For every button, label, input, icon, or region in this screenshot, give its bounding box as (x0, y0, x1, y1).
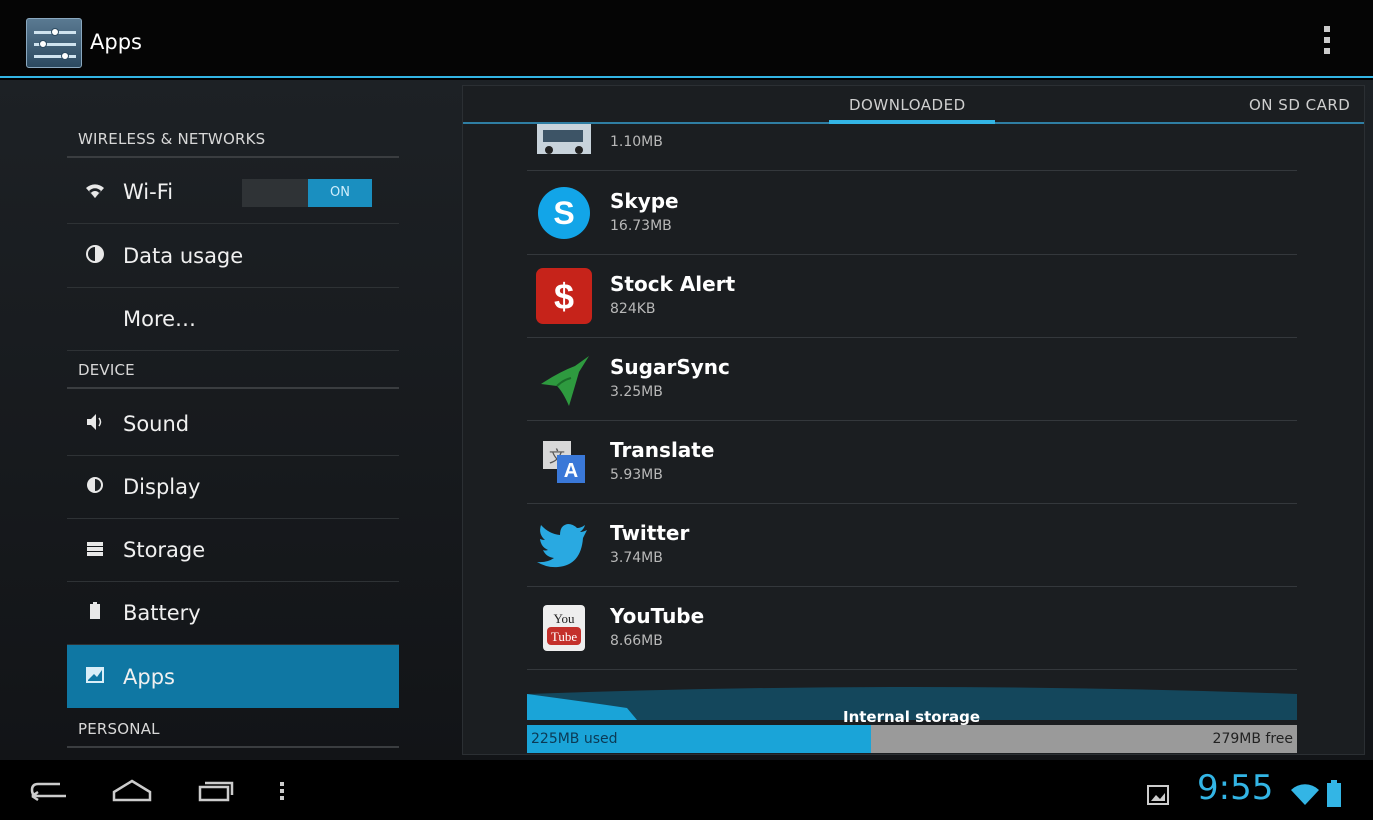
sidebar-item-label: Display (123, 475, 201, 499)
wifi-toggle[interactable]: ON (242, 179, 372, 207)
sidebar-item-wifi[interactable]: Wi-Fi ON (67, 161, 399, 224)
home-icon[interactable] (110, 778, 154, 806)
storage-used-text: 225MB used (531, 731, 618, 747)
speaker-icon (67, 412, 123, 436)
app-size: 3.74MB (610, 550, 663, 566)
action-bar: Apps (0, 0, 1373, 78)
svg-text:S: S (553, 195, 574, 231)
wifi-signal-icon (1290, 784, 1320, 810)
app-name: Skype (610, 189, 679, 213)
toggle-on-label: ON (308, 179, 372, 207)
sidebar-item-data-usage[interactable]: Data usage (67, 225, 399, 288)
app-name: Stock Alert (610, 272, 736, 296)
overflow-menu-icon[interactable] (1320, 26, 1334, 60)
settings-sliders-icon[interactable] (26, 18, 82, 68)
display-icon (67, 475, 123, 499)
list-item[interactable]: You Tube YouTube 8.66MB (527, 587, 1297, 670)
car-app-icon (535, 124, 593, 158)
storage-icon (67, 538, 123, 562)
sidebar-item-label: Data usage (123, 244, 244, 268)
sidebar-item-label: Battery (123, 601, 201, 625)
sidebar-item-more[interactable]: More… (67, 288, 399, 351)
sidebar-item-display[interactable]: Display (67, 456, 399, 519)
twitter-icon (535, 516, 593, 574)
sidebar-item-storage[interactable]: Storage (67, 519, 399, 582)
data-usage-icon (67, 244, 123, 268)
list-item[interactable]: 文A Translate 5.93MB (527, 421, 1297, 504)
sidebar-item-label: Storage (123, 538, 206, 562)
section-header-device: DEVICE (67, 361, 399, 389)
sidebar-item-label: Sound (123, 412, 190, 436)
storage-label: Internal storage (843, 708, 980, 726)
wifi-icon (67, 180, 123, 204)
system-nav-bar: 9:55 (0, 760, 1373, 820)
apps-panel: DOWNLOADED ON SD CARD 1.10MB S Skype 16.… (462, 85, 1365, 755)
app-size: 3.25MB (610, 384, 663, 400)
app-size: 8.66MB (610, 633, 663, 649)
svg-text:A: A (564, 460, 578, 482)
sidebar-item-battery[interactable]: Battery (67, 582, 399, 645)
page-title: Apps (90, 30, 142, 54)
tab-downloaded[interactable]: DOWNLOADED (849, 96, 966, 114)
app-size: 1.10MB (610, 134, 663, 150)
app-name: YouTube (610, 604, 705, 628)
app-list[interactable]: 1.10MB S Skype 16.73MB $ Stock Alert 824… (527, 124, 1297, 694)
app-name: Twitter (610, 521, 690, 545)
settings-sidebar: WIRELESS & NETWORKS Wi-Fi ON Data usage … (67, 80, 399, 760)
sidebar-item-apps[interactable]: Apps (67, 645, 399, 708)
sidebar-item-label: More… (123, 307, 197, 331)
app-size: 824KB (610, 301, 656, 317)
list-item[interactable]: 1.10MB (527, 124, 1297, 171)
back-icon[interactable] (30, 778, 70, 806)
sidebar-item-label: Wi-Fi (123, 180, 174, 204)
app-name: SugarSync (610, 355, 730, 379)
recent-apps-icon[interactable] (196, 778, 236, 806)
battery-status-icon (1326, 780, 1342, 812)
menu-dots-icon[interactable] (278, 778, 286, 806)
sidebar-item-label: Apps (123, 664, 175, 689)
battery-icon (67, 601, 123, 625)
storage-usage-bar: 225MB used 279MB free (527, 725, 1297, 753)
list-item[interactable]: S Skype 16.73MB (527, 172, 1297, 255)
translate-icon: 文A (535, 433, 593, 491)
app-size: 16.73MB (610, 218, 672, 234)
content-area: WIRELESS & NETWORKS Wi-Fi ON Data usage … (0, 80, 1373, 760)
storage-free-text: 279MB free (1212, 731, 1293, 747)
skype-icon: S (535, 184, 593, 242)
youtube-icon: You Tube (535, 599, 593, 657)
tab-bar: DOWNLOADED ON SD CARD (463, 86, 1364, 124)
svg-text:$: $ (554, 276, 574, 317)
screenshot-notification-icon[interactable] (1146, 784, 1170, 810)
section-header-wireless: WIRELESS & NETWORKS (67, 130, 399, 158)
section-header-personal: PERSONAL (67, 720, 399, 748)
svg-text:You: You (553, 611, 575, 626)
list-item[interactable]: $ Stock Alert 824KB (527, 255, 1297, 338)
stock-alert-icon: $ (535, 267, 593, 325)
svg-text:Tube: Tube (551, 629, 577, 644)
sugarsync-icon (535, 350, 593, 408)
list-item[interactable]: Twitter 3.74MB (527, 504, 1297, 587)
list-item[interactable]: SugarSync 3.25MB (527, 338, 1297, 421)
app-name: Translate (610, 438, 715, 462)
sidebar-item-sound[interactable]: Sound (67, 393, 399, 456)
status-clock[interactable]: 9:55 (1197, 768, 1273, 808)
tab-on-sd-card[interactable]: ON SD CARD (1249, 96, 1350, 114)
apps-icon (67, 665, 123, 689)
app-size: 5.93MB (610, 467, 663, 483)
